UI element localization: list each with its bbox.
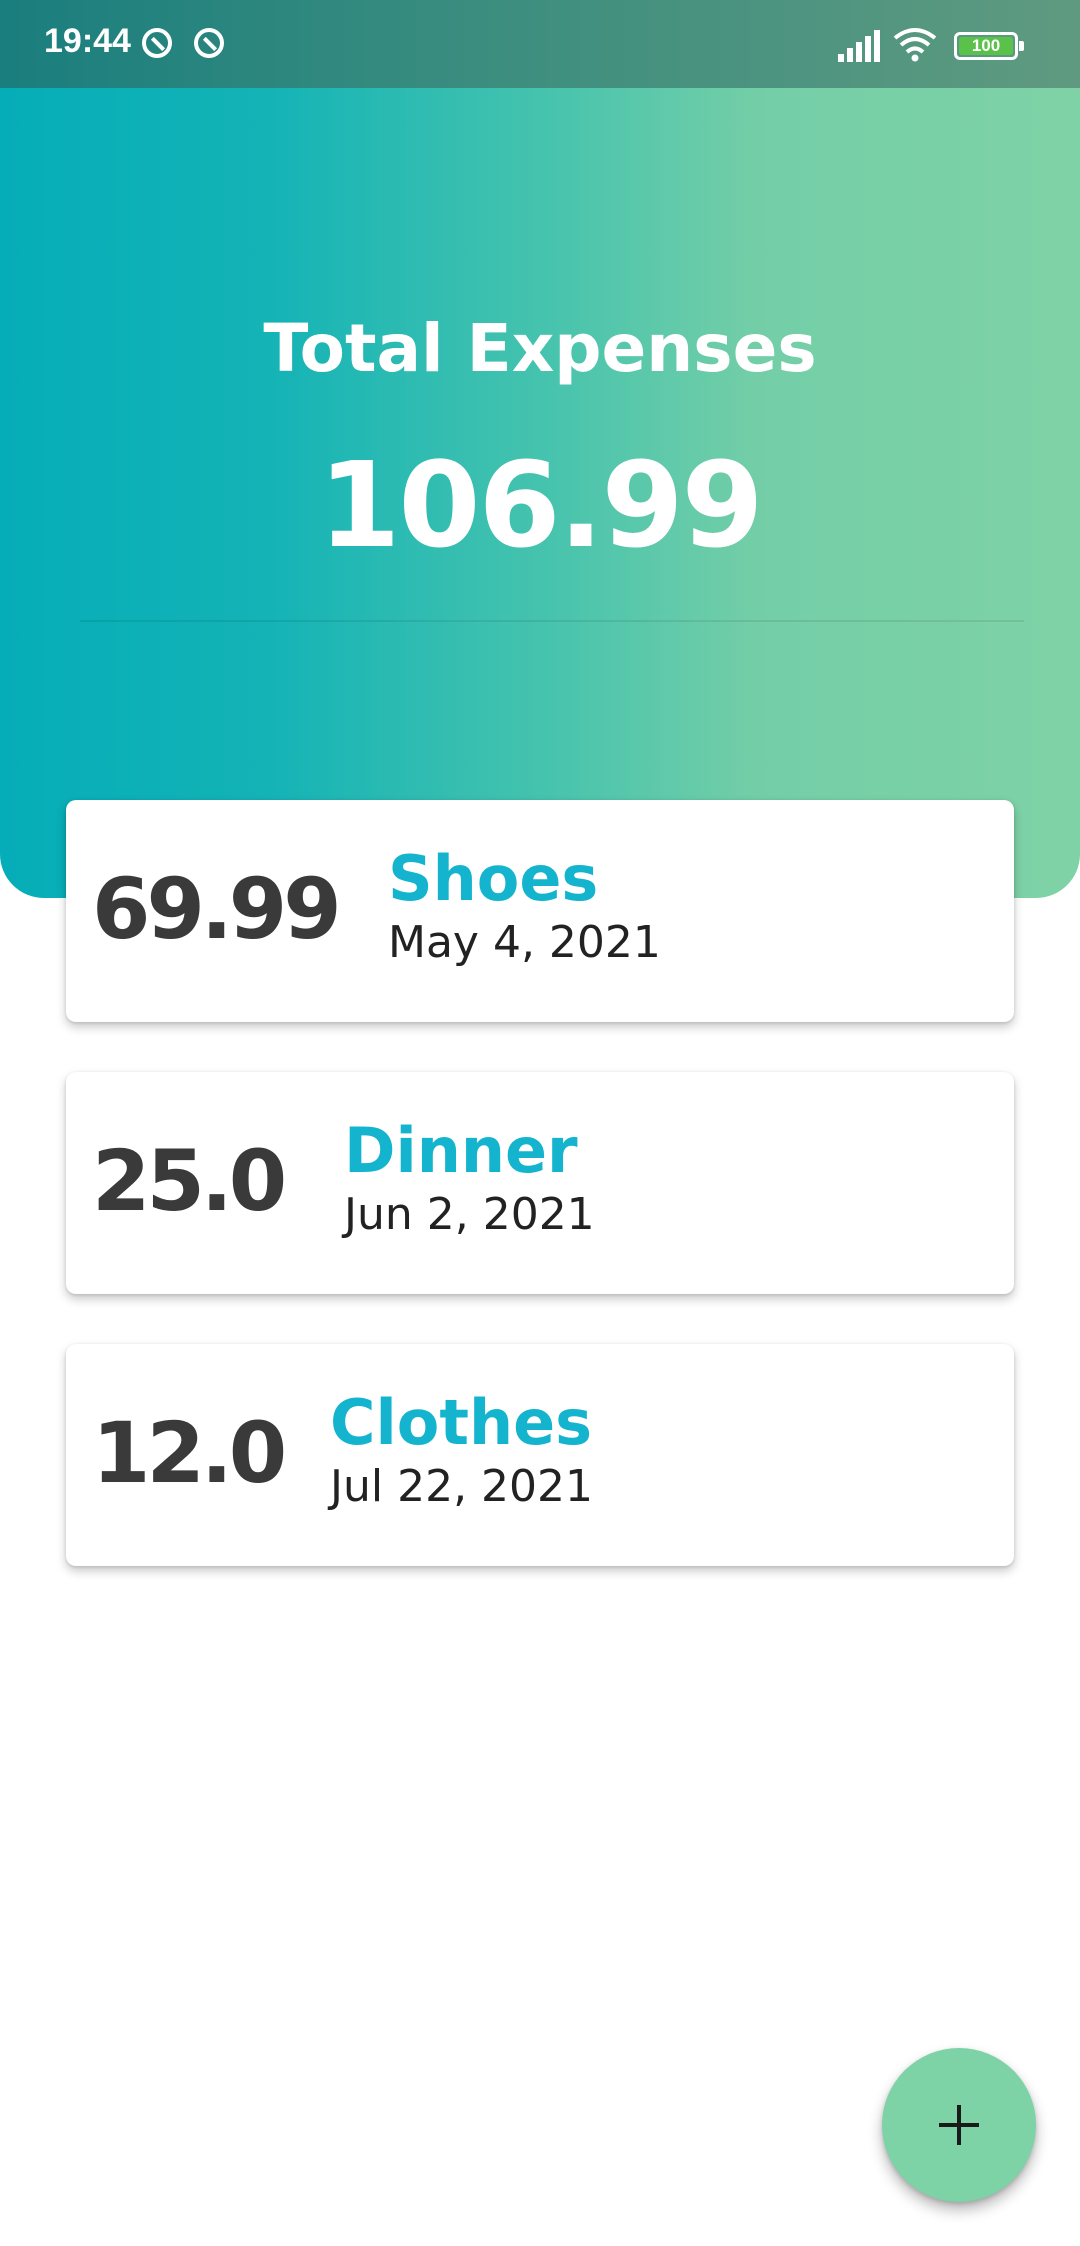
add-expense-button[interactable] [882,2048,1036,2202]
status-bar: 19:44 100 [0,0,1080,88]
battery-icon: 100 [954,32,1024,60]
expense-title: Clothes [330,1386,593,1459]
expense-date: Jun 2, 2021 [344,1189,595,1240]
expense-title: Shoes [388,842,599,915]
total-expenses-value: 106.99 [318,436,763,574]
expense-date: Jul 22, 2021 [330,1461,594,1512]
total-expenses-label: Total Expenses [263,310,817,387]
expense-amount: 25.0 [92,1132,287,1230]
signal-icon [838,30,880,62]
wifi-icon [893,28,937,62]
expense-list: 69.99 Shoes May 4, 2021 25.0 Dinner Jun … [66,800,1014,1616]
expense-date: May 4, 2021 [388,917,661,968]
expenses-header: Total Expenses 106.99 [0,0,1080,898]
expense-card[interactable]: 25.0 Dinner Jun 2, 2021 [66,1072,1014,1294]
expense-amount: 69.99 [92,860,342,958]
expense-card[interactable]: 69.99 Shoes May 4, 2021 [66,800,1014,1022]
expense-card[interactable]: 12.0 Clothes Jul 22, 2021 [66,1344,1014,1566]
app-notification-icon [194,28,224,58]
battery-level: 100 [959,37,1013,55]
status-time: 19:44 [44,22,131,60]
header-divider [80,620,1024,622]
plus-icon [939,2105,979,2145]
expense-title: Dinner [344,1114,578,1187]
expense-amount: 12.0 [92,1404,287,1502]
app-notification-icon [142,28,172,58]
